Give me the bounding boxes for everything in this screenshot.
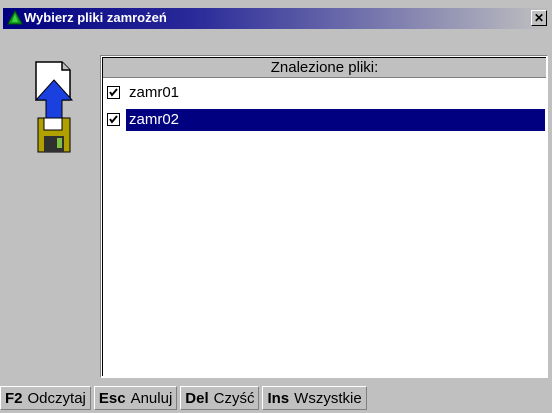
list-item-label: zamr01 (129, 84, 180, 101)
key-label: Czyść (213, 389, 255, 407)
list-item-label: zamr02 (126, 109, 545, 131)
title-bar[interactable]: Wybierz pliki zamrożeń ✕ (3, 8, 549, 29)
function-key-bar: F2 Odczytaj Esc Anuluj Del Czyść Ins Wsz… (0, 386, 367, 410)
key-label: Anuluj (130, 389, 173, 407)
list-item[interactable]: zamr01 (103, 81, 546, 105)
dialog-window: Wybierz pliki zamrożeń ✕ Znalezione plik… (0, 0, 552, 413)
checkmark-icon (109, 115, 118, 124)
key-name: Ins (267, 389, 290, 407)
load-file-from-disk-icon (32, 56, 78, 160)
key-label: Wszystkie (294, 389, 362, 407)
key-label: Odczytaj (27, 389, 86, 407)
list-header: Znalezione pliki: (103, 58, 546, 78)
found-files-listbox[interactable]: Znalezione pliki: zamr01 zamr02 (100, 55, 548, 378)
list-item[interactable]: zamr02 (103, 108, 546, 132)
item-checkbox[interactable] (107, 86, 120, 99)
close-button[interactable]: ✕ (531, 10, 547, 26)
key-name: F2 (5, 389, 23, 407)
load-button[interactable]: F2 Odczytaj (0, 386, 91, 410)
key-name: Esc (98, 389, 126, 407)
select-all-button[interactable]: Ins Wszystkie (262, 386, 367, 410)
key-name: Del (185, 389, 209, 407)
item-checkbox[interactable] (107, 113, 120, 126)
clear-button[interactable]: Del Czyść (180, 386, 260, 410)
cancel-button[interactable]: Esc Anuluj (93, 386, 178, 410)
green-triangle-icon (7, 9, 23, 26)
checkmark-icon (109, 88, 118, 97)
window-title: Wybierz pliki zamrożeń (24, 10, 167, 25)
